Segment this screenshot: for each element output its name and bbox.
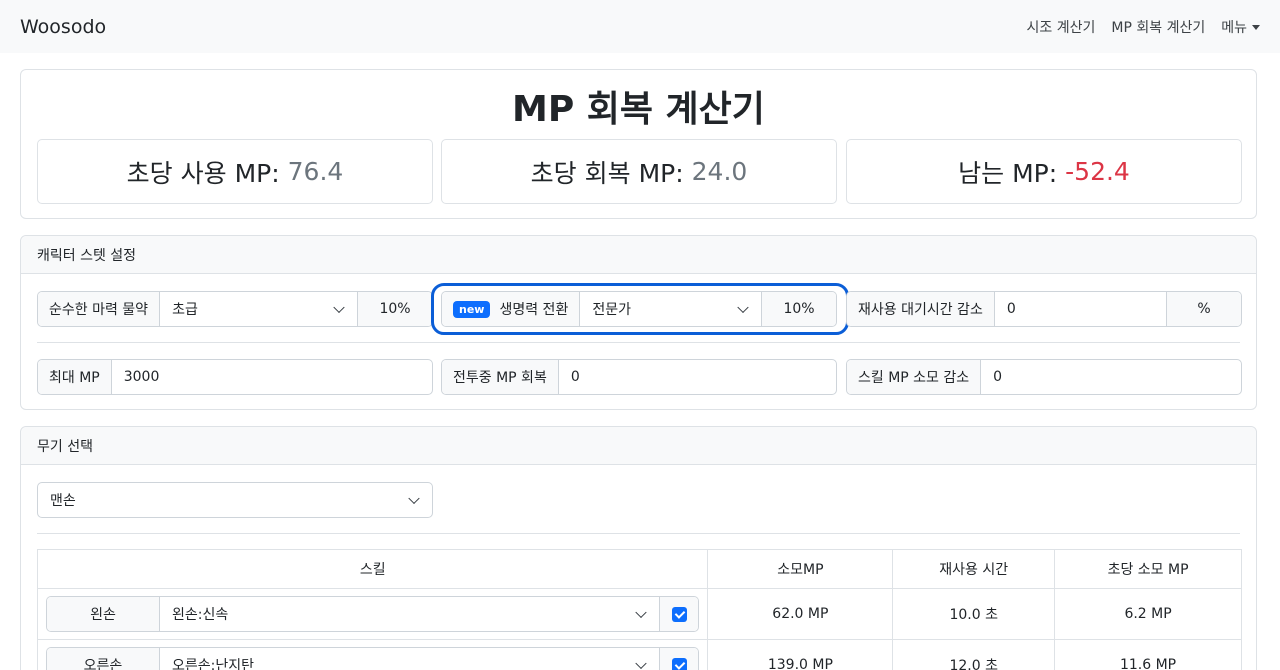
select-value: 왼손:신속 xyxy=(172,607,229,623)
nav-menu-label: 메뉴 xyxy=(1221,19,1247,36)
skill-input-group: 왼손 왼손:신속 xyxy=(46,596,700,632)
cooldown-cell: 12.0 초 xyxy=(892,639,1056,670)
skill-enabled-checkbox[interactable] xyxy=(671,606,687,622)
skill-mp-cost-input[interactable]: 0 xyxy=(981,360,1241,394)
column-header: 스킬 xyxy=(36,549,709,589)
input-label: new 생명력 전환 xyxy=(442,292,581,326)
divider xyxy=(37,533,1240,534)
table-header-row: 스킬 소모MP 재사용 시간 초당 소모 MP xyxy=(36,549,1242,589)
input-label: 스킬 MP 소모 감소 xyxy=(847,360,982,394)
life-conversion-select[interactable]: 전문가 xyxy=(580,292,761,326)
input-label: 순수한 마력 물약 xyxy=(38,292,161,326)
stat-label: 초당 회복 MP: xyxy=(530,158,684,188)
cooldown-reduction-input[interactable]: 0 xyxy=(995,292,1166,326)
input-suffix: 10% xyxy=(761,292,836,326)
nav-link-sijo-calculator[interactable]: 시조 계산기 xyxy=(1027,17,1096,37)
chevron-down-icon xyxy=(737,301,749,314)
page-title: MP 회복 계산기 xyxy=(512,89,765,130)
skill-select[interactable]: 왼손:신속 xyxy=(160,597,659,631)
input-label: 전투중 MP 회복 xyxy=(442,360,559,394)
chevron-down-icon xyxy=(333,301,345,314)
max-mp-input[interactable]: 3000 xyxy=(112,360,432,394)
input-suffix: 10% xyxy=(357,292,432,326)
combat-mp-regen-group: 전투중 MP 회복 0 xyxy=(441,359,837,395)
skill-cell: 오른손 오른손:난지탄 xyxy=(36,639,709,670)
stat-value: -52.4 xyxy=(1065,157,1130,186)
brand-logo[interactable]: Woosodo xyxy=(20,16,106,38)
stat-value: 24.0 xyxy=(691,157,748,186)
label-text: 생명력 전환 xyxy=(499,302,569,318)
mp-cost-cell: 139.0 MP xyxy=(707,639,894,670)
summary-card: MP 회복 계산기 초당 사용 MP: 76.4 초당 회복 MP: 24.0 … xyxy=(20,69,1257,219)
skill-enabled-checkbox[interactable] xyxy=(671,657,687,670)
nav-menu-dropdown[interactable]: 메뉴 xyxy=(1221,17,1260,37)
skill-select[interactable]: 오른손:난지탄 xyxy=(160,648,659,670)
chevron-down-icon xyxy=(635,606,648,619)
chevron-down-icon xyxy=(408,492,420,505)
skill-checkbox-wrap xyxy=(659,648,699,670)
stat-mp-remaining: 남는 MP: -52.4 xyxy=(846,139,1242,204)
weapon-select-card: 무기 선택 맨손 스킬 소모MP 재사용 시간 초당 소모 MP 왼손 왼손:신… xyxy=(20,426,1257,670)
column-header: 소모MP xyxy=(707,549,894,589)
nav-links: 시조 계산기 MP 회복 계산기 메뉴 xyxy=(1027,17,1260,37)
mp-per-sec-cell: 11.6 MP xyxy=(1054,639,1242,670)
nav-link-mp-calculator[interactable]: MP 회복 계산기 xyxy=(1111,17,1205,37)
hand-label: 오른손 xyxy=(47,648,160,670)
table-row: 오른손 오른손:난지탄 139.0 MP 12.0 초 11.6 MP xyxy=(36,639,1242,670)
stat-label: 초당 사용 MP: xyxy=(126,158,280,188)
stat-value: 76.4 xyxy=(287,157,344,186)
column-header: 재사용 시간 xyxy=(892,549,1056,589)
cooldown-reduction-group: 재사용 대기시간 감소 0 % xyxy=(846,291,1242,327)
weapon-select[interactable]: 맨손 xyxy=(37,482,433,518)
skills-table: 스킬 소모MP 재사용 시간 초당 소모 MP 왼손 왼손:신속 62.0 MP… xyxy=(36,549,1242,670)
column-header: 초당 소모 MP xyxy=(1054,549,1242,589)
stat-label: 남는 MP: xyxy=(958,158,1058,188)
new-badge: new xyxy=(453,300,491,318)
hand-label: 왼손 xyxy=(47,597,160,631)
life-conversion-group: new 생명력 전환 전문가 10% xyxy=(441,291,837,327)
select-value: 맨손 xyxy=(50,493,76,509)
skill-checkbox-wrap xyxy=(659,597,699,631)
card-header: 캐릭터 스텟 설정 xyxy=(21,236,1256,274)
max-mp-group: 최대 MP 3000 xyxy=(37,359,433,395)
input-label: 최대 MP xyxy=(38,360,112,394)
character-stats-card: 캐릭터 스텟 설정 순수한 마력 물약 초급 10% new 생명력 전환 전문… xyxy=(20,235,1257,410)
pure-mana-select[interactable]: 초급 xyxy=(160,292,357,326)
skill-mp-cost-group: 스킬 MP 소모 감소 0 xyxy=(846,359,1242,395)
cooldown-cell: 10.0 초 xyxy=(892,588,1056,640)
select-value: 초급 xyxy=(172,302,198,318)
select-value: 오른손:난지탄 xyxy=(172,658,254,670)
chevron-down-icon xyxy=(635,657,648,670)
combat-mp-regen-input[interactable]: 0 xyxy=(559,360,836,394)
mp-per-sec-cell: 6.2 MP xyxy=(1054,588,1242,640)
navbar: Woosodo 시조 계산기 MP 회복 계산기 메뉴 xyxy=(0,0,1280,53)
skill-input-group: 오른손 오른손:난지탄 xyxy=(46,647,700,670)
card-header: 무기 선택 xyxy=(21,427,1256,465)
caret-down-icon xyxy=(1252,24,1260,30)
input-suffix: % xyxy=(1166,292,1241,326)
pure-mana-potion-group: 순수한 마력 물약 초급 10% xyxy=(37,291,433,327)
table-row: 왼손 왼손:신속 62.0 MP 10.0 초 6.2 MP xyxy=(36,588,1242,640)
select-value: 전문가 xyxy=(592,302,631,318)
input-label: 재사용 대기시간 감소 xyxy=(847,292,995,326)
stat-mp-used: 초당 사용 MP: 76.4 xyxy=(37,139,433,204)
stat-mp-recovered: 초당 회복 MP: 24.0 xyxy=(441,139,837,204)
mp-cost-cell: 62.0 MP xyxy=(707,588,894,640)
divider xyxy=(37,342,1240,343)
skill-cell: 왼손 왼손:신속 xyxy=(36,588,709,640)
